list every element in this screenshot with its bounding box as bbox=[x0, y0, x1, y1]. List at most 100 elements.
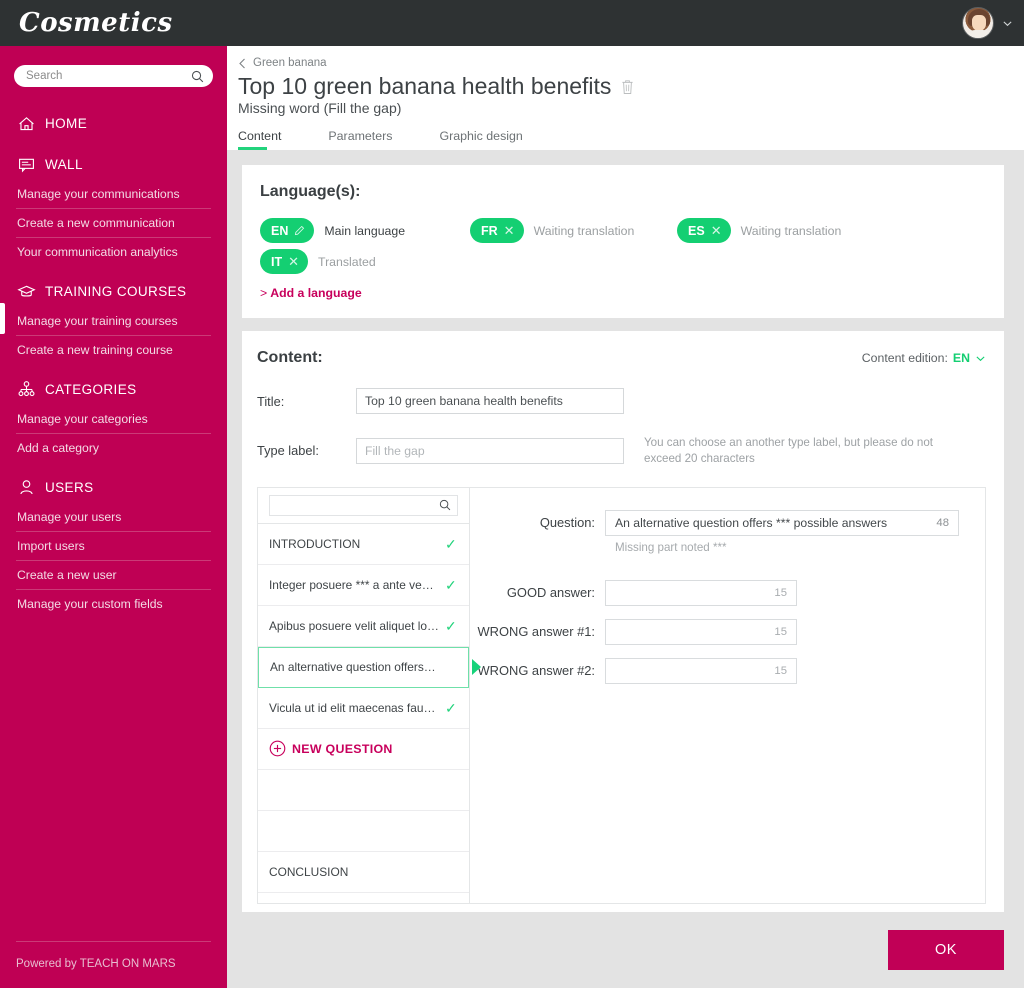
list-item-empty[interactable] bbox=[258, 810, 469, 852]
sidebar-item-add-a-category[interactable]: Add a category bbox=[16, 434, 211, 462]
trash-icon[interactable] bbox=[621, 79, 634, 95]
sidebar-item-users[interactable]: USERS bbox=[0, 471, 227, 503]
language-chip-code: FR bbox=[481, 223, 498, 238]
sidebar-item-manage-your-training-courses[interactable]: Manage your training courses bbox=[0, 303, 211, 336]
question-field-label: Question: bbox=[539, 515, 595, 531]
wrong-answer-1-input-wrapper[interactable]: 15 bbox=[605, 618, 797, 645]
tab-graphic-design[interactable]: Graphic design bbox=[439, 129, 522, 150]
tab-content[interactable]: Content bbox=[238, 129, 281, 151]
title-row: Top 10 green banana health benefits bbox=[227, 71, 1024, 99]
list-item[interactable]: Integer posuere *** a ante venena... ✓ bbox=[258, 565, 469, 606]
sidebar-sublist-wall: Manage your communications Create a new … bbox=[0, 180, 227, 266]
sidebar-item-training-courses[interactable]: TRAINING COURSES bbox=[0, 275, 227, 307]
sidebar-footer: Powered by TEACH ON MARS bbox=[0, 941, 227, 988]
sidebar-item-wall[interactable]: WALL bbox=[0, 148, 227, 180]
content-edition-selector[interactable]: Content edition: EN bbox=[862, 351, 986, 365]
language-chip-fr[interactable]: FR ✕ bbox=[470, 218, 524, 244]
sidebar-section-label: CATEGORIES bbox=[45, 382, 137, 397]
close-icon[interactable]: ✕ bbox=[288, 255, 299, 268]
chevron-right-icon: > bbox=[260, 286, 268, 301]
sidebar-item-your-communication-analytics[interactable]: Your communication analytics bbox=[16, 238, 211, 266]
content-scroll-area: Language(s): EN Main language FR ✕ Waiti… bbox=[227, 150, 1024, 912]
sidebar-section-label: HOME bbox=[45, 116, 88, 131]
question-search-box[interactable] bbox=[269, 494, 458, 516]
wrong-answer-2-char-counter: 15 bbox=[774, 664, 787, 677]
sidebar-item-manage-your-custom-fields[interactable]: Manage your custom fields bbox=[16, 590, 211, 618]
avatar[interactable] bbox=[962, 7, 994, 39]
question-search-row bbox=[258, 487, 469, 524]
tab-parameters[interactable]: Parameters bbox=[328, 129, 392, 150]
sidebar-item-create-a-new-user[interactable]: Create a new user bbox=[16, 561, 211, 590]
wrong-answer-2-input-wrapper[interactable]: 15 bbox=[605, 657, 797, 684]
ok-button[interactable]: OK bbox=[888, 930, 1004, 970]
breadcrumb[interactable]: Green banana bbox=[227, 57, 1024, 71]
question-input[interactable] bbox=[615, 515, 929, 530]
sidebar-item-manage-your-users[interactable]: Manage your users bbox=[16, 503, 211, 532]
sidebar-sublist-categories: Manage your categories Add a category bbox=[0, 405, 227, 462]
chevron-down-icon[interactable] bbox=[1002, 18, 1013, 29]
sidebar-section-label: WALL bbox=[45, 157, 83, 172]
question-label: Vicula ut id elit maecenas faucibu... bbox=[269, 700, 439, 715]
sidebar-sublist-training-courses: Manage your training courses Create a ne… bbox=[0, 303, 227, 364]
chevron-down-icon[interactable] bbox=[975, 353, 986, 364]
edit-icon[interactable] bbox=[294, 225, 305, 236]
list-item[interactable]: Apibus posuere velit aliquet lorem... ✓ bbox=[258, 606, 469, 647]
main-region: Green banana Top 10 green banana health … bbox=[227, 0, 1024, 988]
question-label: Integer posuere *** a ante venena... bbox=[269, 577, 439, 592]
language-chip-es[interactable]: ES ✕ bbox=[677, 218, 731, 244]
content-card: Content: Content edition: EN Title: Type… bbox=[242, 331, 1004, 912]
search-icon bbox=[191, 70, 204, 82]
question-input-wrapper[interactable]: 48 bbox=[605, 509, 959, 536]
language-chip-it[interactable]: IT ✕ bbox=[260, 249, 309, 275]
sidebar-item-import-users[interactable]: Import users bbox=[16, 532, 211, 561]
list-item[interactable]: INTRODUCTION ✓ bbox=[258, 524, 469, 565]
language-entry-it: IT ✕ Translated bbox=[260, 249, 470, 275]
languages-title: Language(s): bbox=[260, 183, 361, 201]
add-a-language-link[interactable]: > Add a language bbox=[260, 286, 986, 300]
sidebar-item-manage-your-communications[interactable]: Manage your communications bbox=[16, 180, 211, 209]
sidebar-search-box[interactable] bbox=[14, 65, 213, 87]
language-chip-en[interactable]: EN bbox=[260, 218, 315, 244]
chevron-left-icon[interactable] bbox=[238, 58, 247, 69]
question-search-input[interactable] bbox=[276, 499, 439, 512]
sidebar-item-create-a-new-communication[interactable]: Create a new communication bbox=[16, 209, 211, 238]
brand-bar: Cosmetics bbox=[0, 0, 227, 46]
good-answer-row: GOOD answer: 15 bbox=[470, 579, 959, 606]
list-item[interactable]: Vicula ut id elit maecenas faucibu... ✓ bbox=[258, 688, 469, 729]
sidebar-section-label: USERS bbox=[45, 480, 94, 495]
question-field-row: Question: 48 bbox=[470, 509, 959, 536]
list-item-conclusion[interactable]: CONCLUSION bbox=[258, 852, 469, 893]
list-item-empty[interactable] bbox=[258, 769, 469, 811]
wrong-answer-1-input[interactable] bbox=[615, 624, 775, 639]
good-answer-input-wrapper[interactable]: 15 bbox=[605, 579, 797, 606]
sidebar: Cosmetics HOME bbox=[0, 0, 227, 988]
type-label-input[interactable] bbox=[356, 437, 624, 464]
sidebar-item-home[interactable]: HOME bbox=[0, 107, 227, 139]
good-answer-input[interactable] bbox=[615, 585, 775, 600]
close-icon[interactable]: ✕ bbox=[711, 224, 722, 237]
new-question-button[interactable]: NEW QUESTION bbox=[258, 729, 469, 770]
question-label: Apibus posuere velit aliquet lorem... bbox=[269, 618, 439, 633]
check-icon: ✓ bbox=[445, 699, 457, 716]
close-icon[interactable]: ✕ bbox=[504, 224, 515, 237]
question-label: An alternative question offers *** p... bbox=[270, 660, 438, 675]
footer-divider bbox=[16, 941, 211, 942]
add-language-label: Add a language bbox=[270, 286, 362, 301]
check-icon: ✓ bbox=[445, 535, 457, 552]
sidebar-item-categories[interactable]: CATEGORIES bbox=[0, 373, 227, 405]
language-row-1: EN Main language FR ✕ Waiting translatio… bbox=[260, 218, 986, 244]
list-item-selected[interactable]: An alternative question offers *** p... bbox=[258, 646, 469, 688]
type-label-field-row: Type label: You can choose an another ty… bbox=[257, 435, 986, 466]
topbar bbox=[227, 0, 1024, 46]
brand-logo: Cosmetics bbox=[19, 8, 173, 38]
sidebar-item-create-a-new-training-course[interactable]: Create a new training course bbox=[16, 336, 211, 364]
wrong-answer-2-input[interactable] bbox=[615, 663, 775, 678]
language-status-fr: Waiting translation bbox=[533, 223, 635, 238]
question-list-panel: INTRODUCTION ✓ Integer posuere *** a ant… bbox=[258, 487, 470, 903]
sidebar-section-wall: WALL Manage your communications Create a… bbox=[0, 148, 227, 266]
language-row-2: IT ✕ Translated bbox=[260, 249, 986, 275]
sidebar-item-manage-your-categories[interactable]: Manage your categories bbox=[16, 405, 211, 434]
title-input[interactable] bbox=[356, 388, 624, 415]
search-input[interactable] bbox=[26, 70, 191, 82]
breadcrumb-label[interactable]: Green banana bbox=[253, 57, 327, 69]
